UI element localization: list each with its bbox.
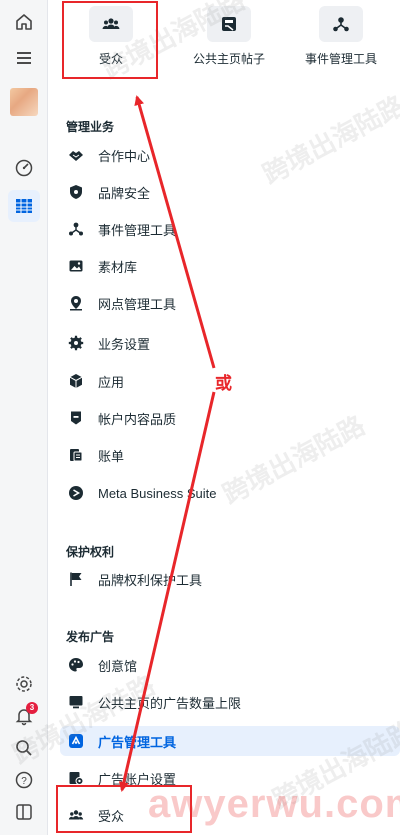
shortcut-label: 事件管理工具 [304, 52, 377, 66]
menu-item-label: 合作中心 [98, 148, 151, 164]
all-tools-icon[interactable] [8, 190, 40, 222]
menu-item-label: 账单 [98, 448, 125, 464]
section-title-protect: 保护权利 [66, 545, 115, 559]
menu-item-ad-account-settings[interactable]: 广告账户设置 [60, 763, 400, 793]
gear-icon [64, 331, 88, 355]
menu-item-label: 帐户内容品质 [98, 411, 177, 427]
shortcut-page-posts[interactable]: 公共主页帖子 [174, 6, 284, 76]
menu-icon[interactable] [8, 42, 40, 74]
events-icon [319, 6, 363, 42]
section-title-ads: 发布广告 [66, 630, 115, 644]
panel-toggle-icon[interactable] [8, 796, 40, 828]
notifications-icon[interactable]: 3 [8, 700, 40, 732]
shortcut-label: 公共主页帖子 [192, 52, 265, 66]
menu-item-label: 广告账户设置 [98, 771, 177, 787]
location-pin-icon [64, 291, 88, 315]
account-settings-icon [64, 766, 88, 790]
ads-manager-icon [64, 729, 88, 753]
menu-item-label: 受众 [98, 808, 125, 824]
menu-item-business-settings[interactable]: 业务设置 [60, 328, 400, 358]
menu-item-brand-safety[interactable]: 品牌安全 [60, 177, 400, 207]
image-icon [64, 254, 88, 278]
menu-item-label: 应用 [98, 374, 125, 390]
svg-text:?: ? [21, 776, 27, 787]
menu-item-creative-hub[interactable]: 创意馆 [60, 650, 400, 680]
handshake-icon [64, 143, 88, 167]
menu-item-partner-center[interactable]: 合作中心 [60, 140, 400, 170]
help-icon[interactable]: ? [8, 764, 40, 796]
settings-icon[interactable] [8, 668, 40, 700]
menu-item-meta-business-suite[interactable]: Meta Business Suite [60, 478, 400, 508]
menu-item-label: 创意馆 [98, 658, 138, 674]
annotation-or-text: 或 [215, 374, 232, 393]
monitor-icon [64, 690, 88, 714]
events-icon [64, 217, 88, 241]
avatar[interactable] [10, 88, 38, 116]
menu-item-label: Meta Business Suite [98, 485, 217, 501]
menu-item-label: 业务设置 [98, 336, 151, 352]
menu-item-label: 品牌权利保护工具 [98, 572, 203, 588]
menu-item-label: 网点管理工具 [98, 296, 177, 312]
shortcut-label: 受众 [98, 52, 123, 66]
left-rail: 3 ? [0, 0, 48, 835]
menu-item-brand-rights[interactable]: 品牌权利保护工具 [60, 564, 400, 594]
home-icon[interactable] [8, 6, 40, 38]
dashboard-icon[interactable] [8, 152, 40, 184]
menu-item-label: 事件管理工具 [98, 222, 177, 238]
menu-item-audiences[interactable]: 受众 [60, 800, 400, 830]
menu-item-billing[interactable]: 账单 [60, 440, 400, 470]
palette-icon [64, 653, 88, 677]
business-suite-icon [64, 481, 88, 505]
menu-item-ads-manager[interactable]: 广告管理工具 [60, 726, 400, 756]
menu-item-events-manager[interactable]: 事件管理工具 [60, 214, 400, 244]
menu-item-label: 公共主页的广告数量上限 [98, 695, 242, 711]
cube-icon [64, 369, 88, 393]
shortcuts-bar: 受众 公共主页帖子 事件管理工具 [60, 0, 400, 82]
menu-item-label: 素材库 [98, 259, 138, 275]
section-title-manage: 管理业务 [66, 120, 115, 134]
watermark: 跨境出海陆路 [257, 89, 400, 190]
menu-item-locations[interactable]: 网点管理工具 [60, 288, 400, 318]
billing-icon [64, 443, 88, 467]
people-icon [89, 6, 133, 42]
shield-icon [64, 180, 88, 204]
flag-icon [64, 567, 88, 591]
shortcut-events-manager[interactable]: 事件管理工具 [286, 6, 396, 76]
shortcut-audiences[interactable]: 受众 [56, 6, 166, 76]
menu-item-label: 品牌安全 [98, 185, 151, 201]
menu-item-media-library[interactable]: 素材库 [60, 251, 400, 281]
search-icon[interactable] [8, 732, 40, 764]
people-icon [64, 803, 88, 827]
menu-item-page-ad-limit[interactable]: 公共主页的广告数量上限 [60, 687, 400, 717]
menu-item-account-quality[interactable]: 帐户内容品质 [60, 403, 400, 433]
notification-badge: 3 [26, 702, 38, 714]
quality-shield-icon [64, 406, 88, 430]
post-icon [207, 6, 251, 42]
menu-item-label: 广告管理工具 [98, 734, 177, 750]
